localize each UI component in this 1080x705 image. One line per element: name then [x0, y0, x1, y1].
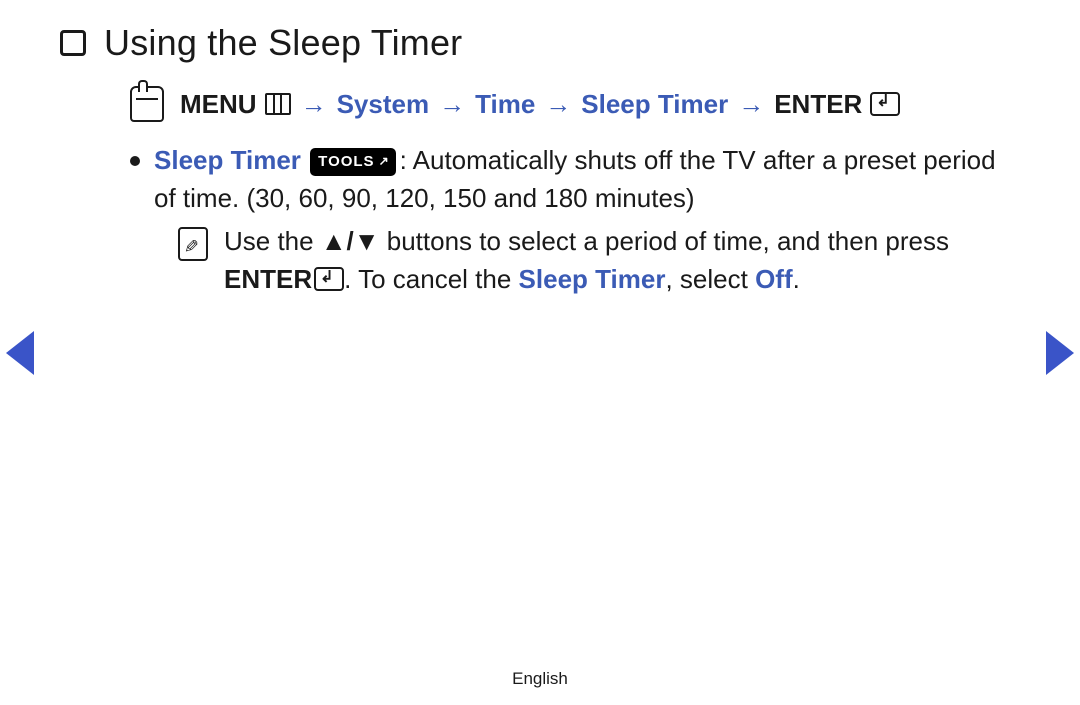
note-after-enter: . To cancel the: [344, 264, 518, 294]
manual-page: Using the Sleep Timer MENU → System → Ti…: [0, 0, 1080, 705]
breadcrumb-arrow: →: [297, 89, 331, 120]
bullet-icon: [130, 156, 140, 166]
breadcrumb-sleep-timer: Sleep Timer: [581, 89, 728, 120]
breadcrumb-system: System: [337, 89, 430, 120]
enter-key-icon: [870, 92, 900, 116]
footer-language: English: [0, 669, 1080, 689]
note-icon: [178, 227, 208, 261]
note-prefix: Use the: [224, 226, 321, 256]
content-block: MENU → System → Time → Sleep Timer → ENT…: [130, 86, 1020, 299]
sleep-timer-inline: Sleep Timer: [519, 264, 666, 294]
nav-prev-button[interactable]: [6, 331, 34, 375]
up-down-icon: ▲/▼: [321, 226, 380, 256]
menu-grid-icon: [265, 93, 291, 115]
breadcrumb-arrow: →: [734, 89, 768, 120]
breadcrumb: MENU → System → Time → Sleep Timer → ENT…: [130, 86, 1020, 122]
note-row: Use the ▲/▼ buttons to select a period o…: [178, 223, 1020, 298]
note-text: Use the ▲/▼ buttons to select a period o…: [224, 223, 1020, 298]
breadcrumb-menu: MENU: [180, 89, 257, 120]
sleep-timer-label: Sleep Timer: [154, 145, 301, 175]
bullet-text: Sleep Timer TOOLS: Automatically shuts o…: [154, 142, 1020, 299]
note-mid: buttons to select a period of time, and …: [380, 226, 949, 256]
breadcrumb-time: Time: [475, 89, 535, 120]
nav-next-button[interactable]: [1046, 331, 1074, 375]
off-word: Off: [755, 264, 793, 294]
bullet-item: Sleep Timer TOOLS: Automatically shuts o…: [130, 142, 1020, 299]
section-checkbox-icon: [60, 30, 86, 56]
page-title-row: Using the Sleep Timer: [60, 22, 1020, 64]
hand-press-icon: [130, 86, 164, 122]
period: .: [793, 264, 800, 294]
breadcrumb-arrow: →: [541, 89, 575, 120]
breadcrumb-enter: ENTER: [774, 89, 862, 120]
enter-word: ENTER: [224, 264, 312, 294]
page-title: Using the Sleep Timer: [104, 22, 462, 64]
breadcrumb-arrow: →: [435, 89, 469, 120]
enter-key-icon: [314, 267, 344, 291]
tools-badge: TOOLS: [310, 148, 395, 176]
note-select: , select: [665, 264, 755, 294]
